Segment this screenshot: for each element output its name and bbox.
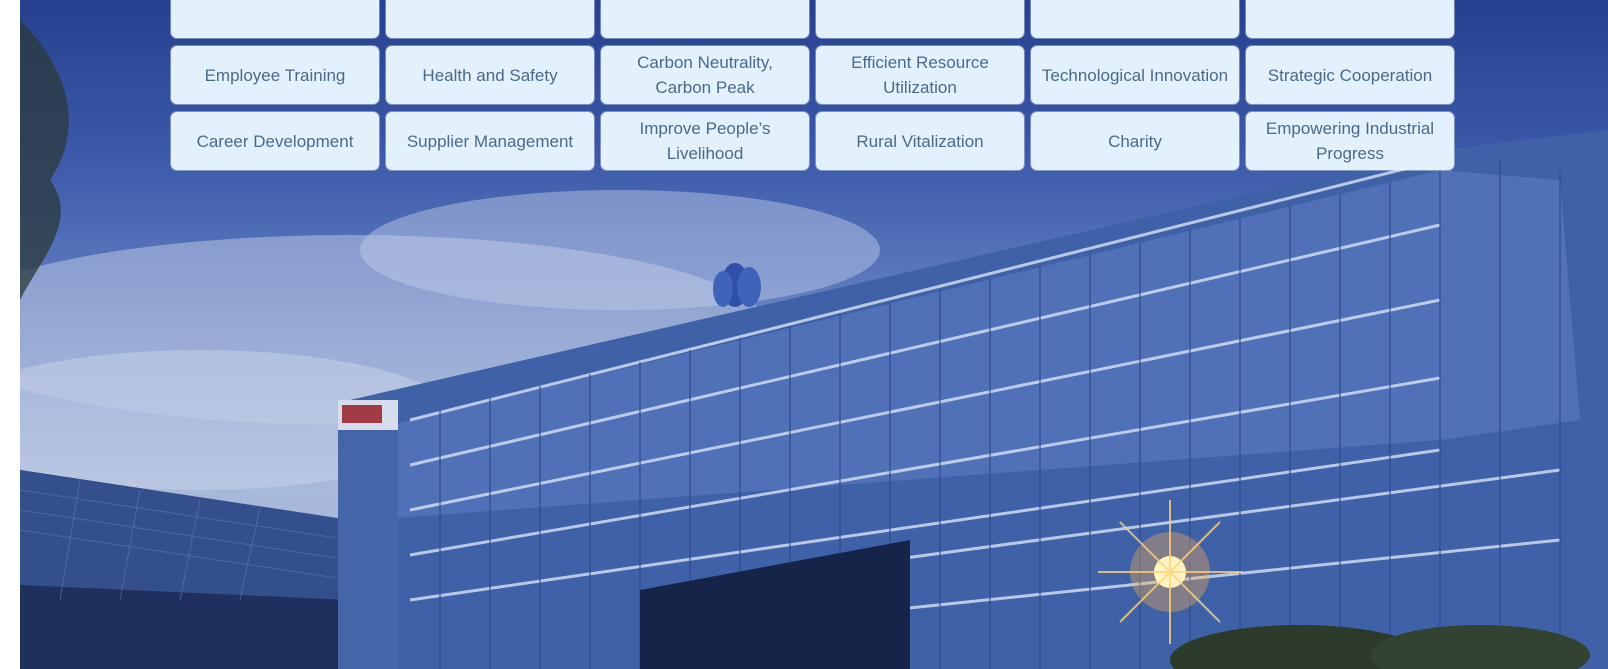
topic-tile	[386, 0, 594, 38]
topic-tile-health-safety: Health and Safety	[386, 46, 594, 104]
topic-tile	[1031, 0, 1239, 38]
topic-tile	[601, 0, 809, 38]
topic-tile-carbon-neutrality: Carbon Neutrality, Carbon Peak	[601, 46, 809, 104]
topic-tile-tech-innovation: Technological Innovation	[1031, 46, 1239, 104]
topic-label: Charity	[1108, 131, 1162, 151]
topic-label: Technological Innovation	[1041, 65, 1229, 85]
topic-tile-career-development: Career Development	[171, 112, 379, 170]
topic-tile	[171, 0, 379, 38]
topic-label: Career Development	[196, 131, 354, 151]
topic-label: Empowering Industrial Progress	[1265, 119, 1435, 163]
topic-tile-strategic-cooperation: Strategic Cooperation	[1246, 46, 1454, 104]
topic-tile-charity: Charity	[1031, 112, 1239, 170]
topic-label: Health and Safety	[422, 65, 558, 85]
topic-tile-peoples-livelihood: Improve People’s Livelihood	[601, 112, 809, 170]
topic-tile-employee-training: Employee Training	[171, 46, 379, 104]
topic-tile-industrial-progress: Empowering Industrial Progress	[1246, 112, 1454, 170]
topic-label: Employee Training	[204, 65, 346, 85]
topic-label: Strategic Cooperation	[1267, 65, 1433, 85]
topic-tile-grid: Employee Training Health and Safety Carb…	[171, 0, 1454, 170]
topic-label: Carbon Neutrality, Carbon Peak	[637, 53, 773, 97]
topic-tile-resource-utilization: Efficient Resource Utilization	[816, 46, 1024, 104]
topic-label: Supplier Management	[406, 131, 574, 151]
topic-tile-rural-vitalization: Rural Vitalization	[816, 112, 1024, 170]
topic-label: Improve People’s Livelihood	[639, 119, 771, 163]
topic-tile	[816, 0, 1024, 38]
topic-label: Efficient Resource Utilization	[851, 53, 989, 97]
topic-tile-supplier-management: Supplier Management	[386, 112, 594, 170]
topic-label: Rural Vitalization	[856, 131, 984, 151]
topic-tile	[1246, 0, 1454, 38]
